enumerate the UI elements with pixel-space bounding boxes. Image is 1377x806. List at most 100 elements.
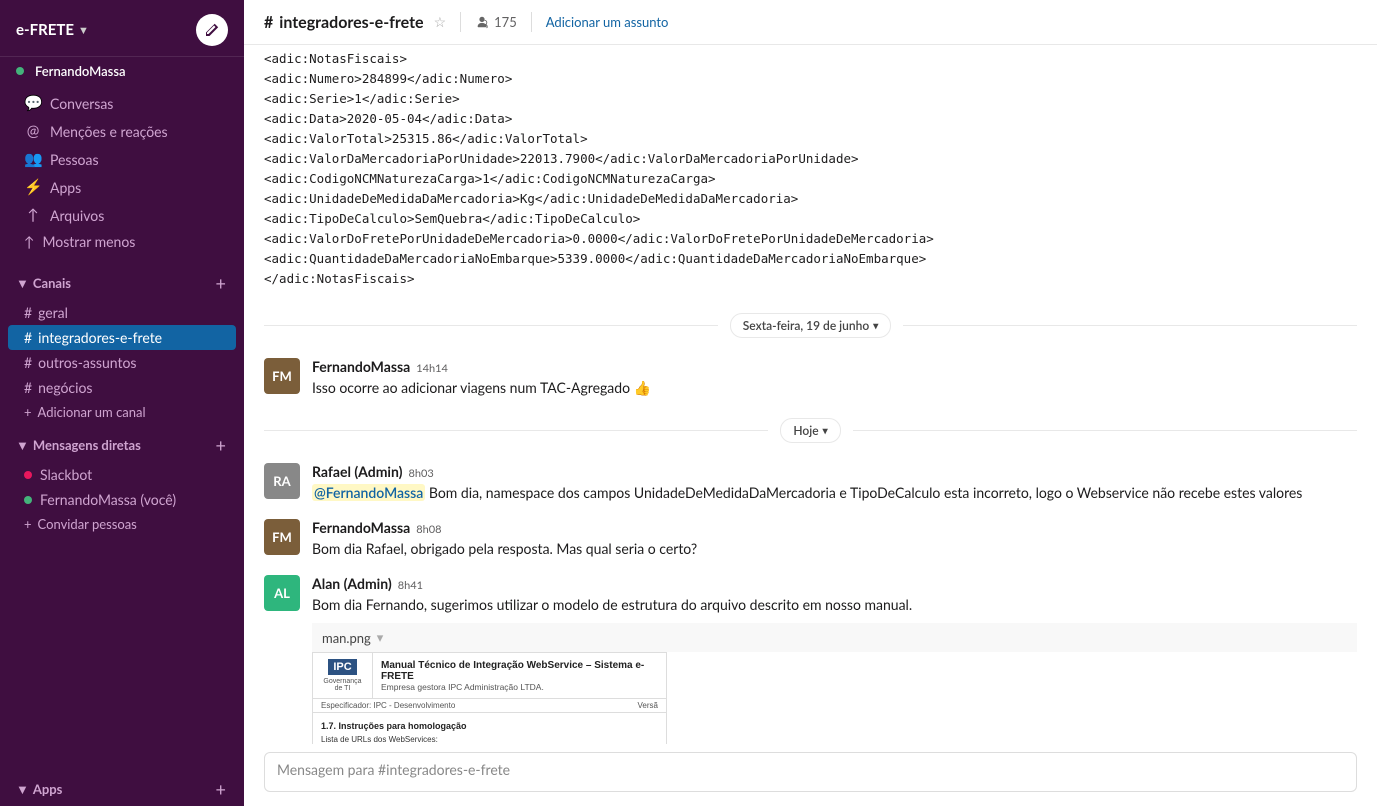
dm-section-label: ▼ Mensagens diretas xyxy=(16,437,141,453)
date-label-2[interactable]: Hoje ▾ xyxy=(780,418,840,443)
xml-line: <adic:Data>2020-05-04</adic:Data> xyxy=(264,109,1357,129)
message-content-1: FernandoMassa 14h14 Isso ocorre ao adici… xyxy=(312,358,1357,398)
message-header-2: Rafael (Admin) 8h03 xyxy=(312,463,1357,480)
message-author-1[interactable]: FernandoMassa xyxy=(312,358,410,375)
compose-button[interactable] xyxy=(196,14,228,46)
xml-line: <adic:Serie>1</adic:Serie> xyxy=(264,89,1357,109)
message-author-4[interactable]: Alan (Admin) xyxy=(312,575,392,592)
doc-spec-row: Especificador: IPC - Desenvolvimento Ver… xyxy=(313,699,666,713)
channel-item-integradores[interactable]: # integradores-e-frete xyxy=(8,325,236,350)
message-text-4: Bom dia Fernando, sugerimos utilizar o m… xyxy=(312,594,1357,615)
dm-section: ▼ Mensagens diretas + Slackbot FernandoM… xyxy=(0,424,244,536)
date-label-1[interactable]: Sexta-feira, 19 de junho ▾ xyxy=(730,313,891,338)
channel-item-negocios[interactable]: # negócios xyxy=(8,375,236,400)
dm-name-slackbot: Slackbot xyxy=(40,466,92,483)
sidebar-item-people[interactable]: 👥 Pessoas xyxy=(8,145,236,173)
avatar-alan: AL xyxy=(264,575,300,611)
mention-fernandomassa[interactable]: @FernandoMassa xyxy=(312,484,425,501)
apps-section-header[interactable]: ▼ Apps + xyxy=(0,768,244,806)
new-dm-plus-icon[interactable]: + xyxy=(214,432,228,458)
doc-body-intro: Lista de URLs dos WebServices: xyxy=(321,735,658,744)
channel-name-outros: outros-assuntos xyxy=(38,354,136,371)
online-dot xyxy=(16,67,24,75)
channel-item-geral[interactable]: # geral xyxy=(8,300,236,325)
channel-name-integradores: integradores-e-frete xyxy=(38,329,162,346)
sidebar-item-apps[interactable]: ⚡ Apps xyxy=(8,173,236,201)
members-count-text: 175 xyxy=(494,14,517,30)
workspace-name[interactable]: e-FRETE ▼ xyxy=(16,21,89,39)
channels-section-header[interactable]: ▼ Canais + xyxy=(0,262,244,300)
xml-line: <adic:TipoDeCalculo>SemQuebra</adic:Tipo… xyxy=(264,209,1357,229)
header-divider xyxy=(460,12,461,32)
fernandomassa-status-dot xyxy=(24,496,32,504)
document-preview: IPC Governançade TI Manual Técnico de In… xyxy=(312,652,667,744)
date-divider-2: Hoje ▾ xyxy=(244,406,1377,455)
xml-line: <adic:ValorDaMercadoriaPorUnidade>22013.… xyxy=(264,149,1357,169)
message-author-3[interactable]: FernandoMassa xyxy=(312,519,410,536)
dm-item-slackbot[interactable]: Slackbot xyxy=(8,462,236,487)
nav-section: 💬 Conversas @ Menções e reações 👥 Pessoa… xyxy=(0,81,244,262)
xml-line: <adic:NotasFiscais> xyxy=(264,49,1357,69)
message-author-2[interactable]: Rafael (Admin) xyxy=(312,463,402,480)
apps-chevron: ▼ xyxy=(16,781,29,797)
sidebar-item-mentions[interactable]: @ Menções e reações xyxy=(8,117,236,145)
message-2: RA Rafael (Admin) 8h03 @FernandoMassa Bo… xyxy=(244,455,1377,511)
message-content-4: Alan (Admin) 8h41 Bom dia Fernando, suge… xyxy=(312,575,1357,744)
main-content: # integradores-e-frete ☆ 175 Adicionar u… xyxy=(244,0,1377,806)
dm-section-header[interactable]: ▼ Mensagens diretas + xyxy=(0,424,244,462)
message-text-2: @FernandoMassa Bom dia, namespace dos ca… xyxy=(312,482,1357,503)
add-channel-link[interactable]: + Adicionar um canal xyxy=(8,400,236,424)
mentions-label: Menções e reações xyxy=(50,123,168,140)
xml-line: <adic:Numero>284899</adic:Numero> xyxy=(264,69,1357,89)
apps-plus-icon[interactable]: + xyxy=(214,776,228,802)
add-channel-plus-icon[interactable]: + xyxy=(214,270,228,296)
dm-item-fernandomassa[interactable]: FernandoMassa (você) xyxy=(8,487,236,512)
avatar-fernandomassa-1: FM xyxy=(264,358,300,394)
invite-people-link[interactable]: + Convidar pessoas xyxy=(8,512,236,536)
channels-chevron: ▼ xyxy=(16,275,29,291)
attachment-dropdown-icon[interactable]: ▾ xyxy=(377,629,384,646)
invite-plus: + xyxy=(24,516,32,532)
doc-logo: IPC Governançade TI xyxy=(313,653,373,698)
message-time-1: 14h14 xyxy=(416,362,448,375)
message-1: FM FernandoMassa 14h14 Isso ocorre ao ad… xyxy=(244,350,1377,406)
files-icon: ↑ xyxy=(24,206,42,224)
sidebar-item-files[interactable]: ↑ Arquivos xyxy=(8,201,236,229)
workspace-chevron-icon: ▼ xyxy=(78,24,89,37)
members-count[interactable]: 175 xyxy=(475,14,517,30)
date-text-1: Sexta-feira, 19 de junho xyxy=(743,318,869,333)
show-less-icon: ↑ xyxy=(24,233,35,250)
doc-header-row: IPC Governançade TI Manual Técnico de In… xyxy=(313,653,666,699)
message-time-3: 8h08 xyxy=(416,523,441,536)
conversations-icon: 💬 xyxy=(24,94,42,112)
show-less-label: Mostrar menos xyxy=(43,233,136,250)
date-divider-1: Sexta-feira, 19 de junho ▾ xyxy=(244,301,1377,350)
message-header-4: Alan (Admin) 8h41 xyxy=(312,575,1357,592)
attachment-header: man.png ▾ xyxy=(312,623,1357,652)
message-text-after-mention: Bom dia, namespace dos campos UnidadeDeM… xyxy=(429,484,1302,501)
apps-bottom-section: ▼ Apps + xyxy=(0,768,244,806)
sidebar-item-conversations[interactable]: 💬 Conversas xyxy=(8,89,236,117)
dm-chevron: ▼ xyxy=(16,437,29,453)
divider-line-left-2 xyxy=(264,430,768,431)
members-icon xyxy=(475,15,489,29)
channel-item-outros[interactable]: # outros-assuntos xyxy=(8,350,236,375)
doc-section-title: 1.7. Instruções para homologação xyxy=(321,721,658,731)
channel-hash-header: # xyxy=(264,13,273,32)
header-divider-2 xyxy=(531,12,532,32)
date-text-2: Hoje xyxy=(793,423,818,438)
message-header-1: FernandoMassa 14h14 xyxy=(312,358,1357,375)
workspace-name-text: e-FRETE xyxy=(16,21,74,39)
add-channel-label: Adicionar um canal xyxy=(38,404,146,420)
sidebar-item-show-less[interactable]: ↑ Mostrar menos xyxy=(8,229,236,254)
xml-line: </adic:NotasFiscais> xyxy=(264,269,1357,289)
message-input-box[interactable]: Mensagem para #integradores-e-frete xyxy=(264,752,1357,792)
channel-hash-integradores: # xyxy=(24,329,32,346)
avatar-initials-alan: AL xyxy=(274,585,290,601)
channels-section-label: ▼ Canais xyxy=(16,275,71,291)
message-text-3: Bom dia Rafael, obrigado pela resposta. … xyxy=(312,538,1357,559)
star-icon[interactable]: ☆ xyxy=(434,13,447,31)
divider-line-right xyxy=(903,325,1357,326)
add-topic-link[interactable]: Adicionar um assunto xyxy=(546,14,669,30)
slackbot-status-dot xyxy=(24,471,32,479)
